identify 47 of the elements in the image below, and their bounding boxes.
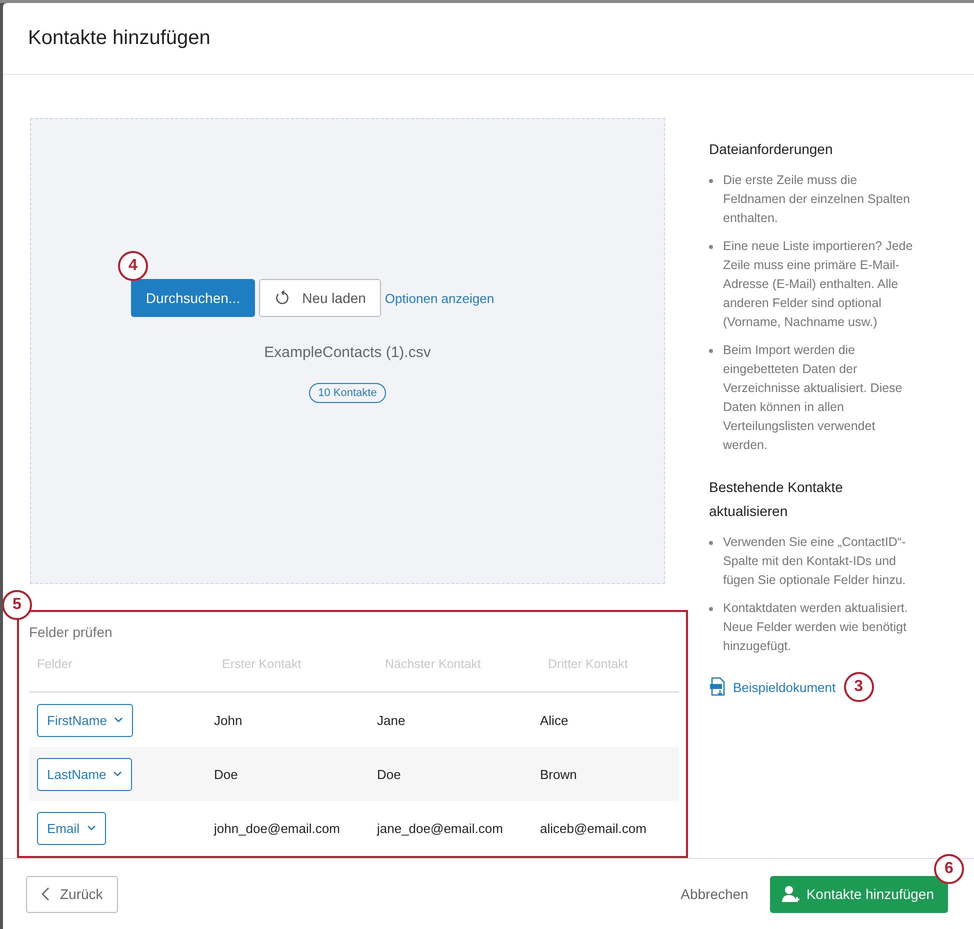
field-dropdown[interactable]: FirstName [37,704,133,736]
sample-document-link[interactable]: Beispieldokument [733,680,836,694]
bullet-icon [709,245,713,249]
table-cell: aliceb@email.com [540,820,646,836]
callout-marker: 4 [118,251,148,281]
chevron-down-icon [113,771,122,777]
chevron-down-icon [86,825,96,831]
table-cell: John [214,712,242,728]
callout-marker: 6 [934,854,964,884]
bullet-icon [709,541,713,545]
cancel-button[interactable]: Abbrechen [680,886,748,902]
reload-icon [274,290,290,306]
add-contacts-button[interactable]: Kontakte hinzufügen [770,876,948,912]
back-button[interactable]: Zurück [26,876,118,912]
browse-button[interactable]: Durchsuchen... [130,279,256,317]
table-cell: john_doe@email.com [214,820,340,836]
section-heading: Bestehende Kontakte aktualisieren [709,478,844,521]
callout-marker: 3 [844,672,874,702]
bullet-icon [709,349,713,353]
table-cell: Doe [214,766,238,782]
table-cell: Doe [377,766,401,782]
table-cell: Brown [540,766,577,782]
reload-button[interactable]: Neu laden [259,279,381,317]
section-title: Felder prüfen [29,624,114,640]
callout-marker: 5 [3,590,32,620]
add-person-icon [782,885,802,903]
options-link[interactable]: Optionen anzeigen [384,290,494,306]
field-dropdown[interactable]: Email [37,812,106,844]
chevron-left-icon [41,887,50,901]
field-dropdown[interactable]: LastName [37,758,132,790]
file-name: ExampleContacts (1).csv [264,344,431,361]
count-badge: 10 Kontakte [309,383,386,403]
drop-zone[interactable]: Durchsuchen... 4 Neu laden Optionen anzeigen ExampleContacts (1).csv 10 Kontakte [30,118,665,584]
table-cell: Alice [540,712,568,728]
requirement-text: Die erste Zeile muss die Feldnamen der einzelnen Spalten enthalten. [723,172,911,227]
requirement-text: Kontaktdaten werden aktualisiert. Neue Felder werden wie benötigt hinzugefügt. [723,600,909,655]
requirement-text: Eine neue Liste importieren? Jede Zeile muss eine primäre E-Mail-Adresse (E-Mail) enthalten. Alle anderen Felder sind optional (Vorname, Nachname usw.) [723,238,914,331]
csv-file-icon [709,677,727,697]
table-cell: Jane [377,712,406,728]
requirement-text: Beim Import werden die eingebetteten Daten der Verzeichnisse aktualisiert. Diese Daten können in allen Verteilungslisten verwendet werden. [723,342,904,454]
dialog-title: Kontakte hinzufügen [28,27,210,50]
bullet-icon [709,179,713,183]
table-cell: jane_doe@email.com [377,820,503,836]
chevron-down-icon [114,717,123,723]
bullet-icon [709,607,713,611]
section-heading: Dateianforderungen [709,140,834,159]
requirement-text: Verwenden Sie eine „ContactID“-Spalte mit den Kontakt-IDs und fügen Sie optionale Felder hinzu. [723,534,907,589]
